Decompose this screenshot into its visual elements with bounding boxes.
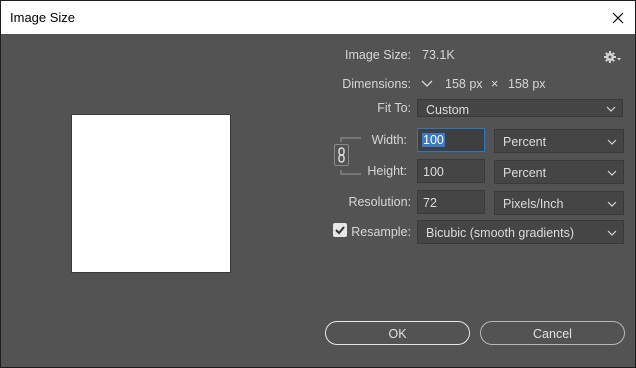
window-title: Image Size	[10, 10, 76, 25]
dimensions-height: 158 px	[508, 77, 546, 91]
gear-icon	[604, 51, 621, 63]
fit-to-select[interactable]: Custom	[417, 99, 623, 117]
resolution-unit-select[interactable]: Pixels/Inch	[494, 191, 624, 215]
close-button[interactable]	[605, 5, 631, 31]
resolution-value: 72	[423, 196, 437, 210]
height-unit-value: Percent	[503, 166, 547, 180]
close-icon	[612, 12, 624, 24]
dimensions-dropdown[interactable]	[420, 77, 436, 91]
height-unit-select[interactable]: Percent	[494, 160, 624, 184]
width-input[interactable]: 100	[417, 128, 485, 152]
image-size-label: Image Size:	[344, 48, 411, 62]
chevron-down-icon	[607, 139, 617, 145]
dimensions-width: 158 px	[445, 77, 483, 91]
dialog-content: Image Size: 73.1K Dimensions: 158 px × 1…	[1, 34, 635, 367]
chevron-down-icon	[606, 106, 616, 112]
dimensions-label: Dimensions:	[342, 77, 411, 91]
resample-checkbox[interactable]	[333, 223, 347, 237]
dimensions-times: ×	[491, 77, 499, 91]
resolution-unit-value: Pixels/Inch	[503, 197, 564, 211]
chevron-down-icon	[607, 230, 617, 236]
image-size-dialog: Image Size Image Size: 73.1K Dimensions:…	[0, 0, 636, 368]
checkmark-icon	[335, 226, 345, 235]
constrain-proportions-toggle[interactable]	[334, 144, 349, 166]
height-label: Height:	[367, 164, 407, 178]
resolution-input[interactable]: 72	[417, 190, 485, 214]
width-unit-value: Percent	[503, 135, 547, 149]
cancel-button[interactable]: Cancel	[480, 321, 625, 345]
chevron-down-icon	[421, 80, 433, 87]
width-unit-select[interactable]: Percent	[494, 129, 624, 153]
settings-button[interactable]	[602, 47, 622, 67]
width-value: 100	[422, 133, 445, 147]
width-label: Width:	[371, 133, 407, 147]
resolution-label: Resolution:	[348, 195, 411, 209]
resample-method-value: Bicubic (smooth gradients)	[426, 226, 574, 240]
chevron-down-icon	[607, 170, 617, 176]
height-value: 100	[423, 165, 444, 179]
chevron-down-icon	[607, 201, 617, 207]
resample-label: Resample:	[351, 225, 411, 239]
link-icon	[338, 147, 345, 163]
image-preview	[71, 114, 231, 273]
fit-to-value: Custom	[426, 103, 470, 117]
image-size-value: 73.1K	[422, 48, 455, 62]
height-input[interactable]: 100	[417, 159, 485, 183]
ok-button[interactable]: OK	[325, 321, 470, 345]
title-bar: Image Size	[1, 1, 635, 34]
resample-method-select[interactable]: Bicubic (smooth gradients)	[417, 220, 624, 244]
fit-to-label: Fit To:	[377, 101, 411, 115]
